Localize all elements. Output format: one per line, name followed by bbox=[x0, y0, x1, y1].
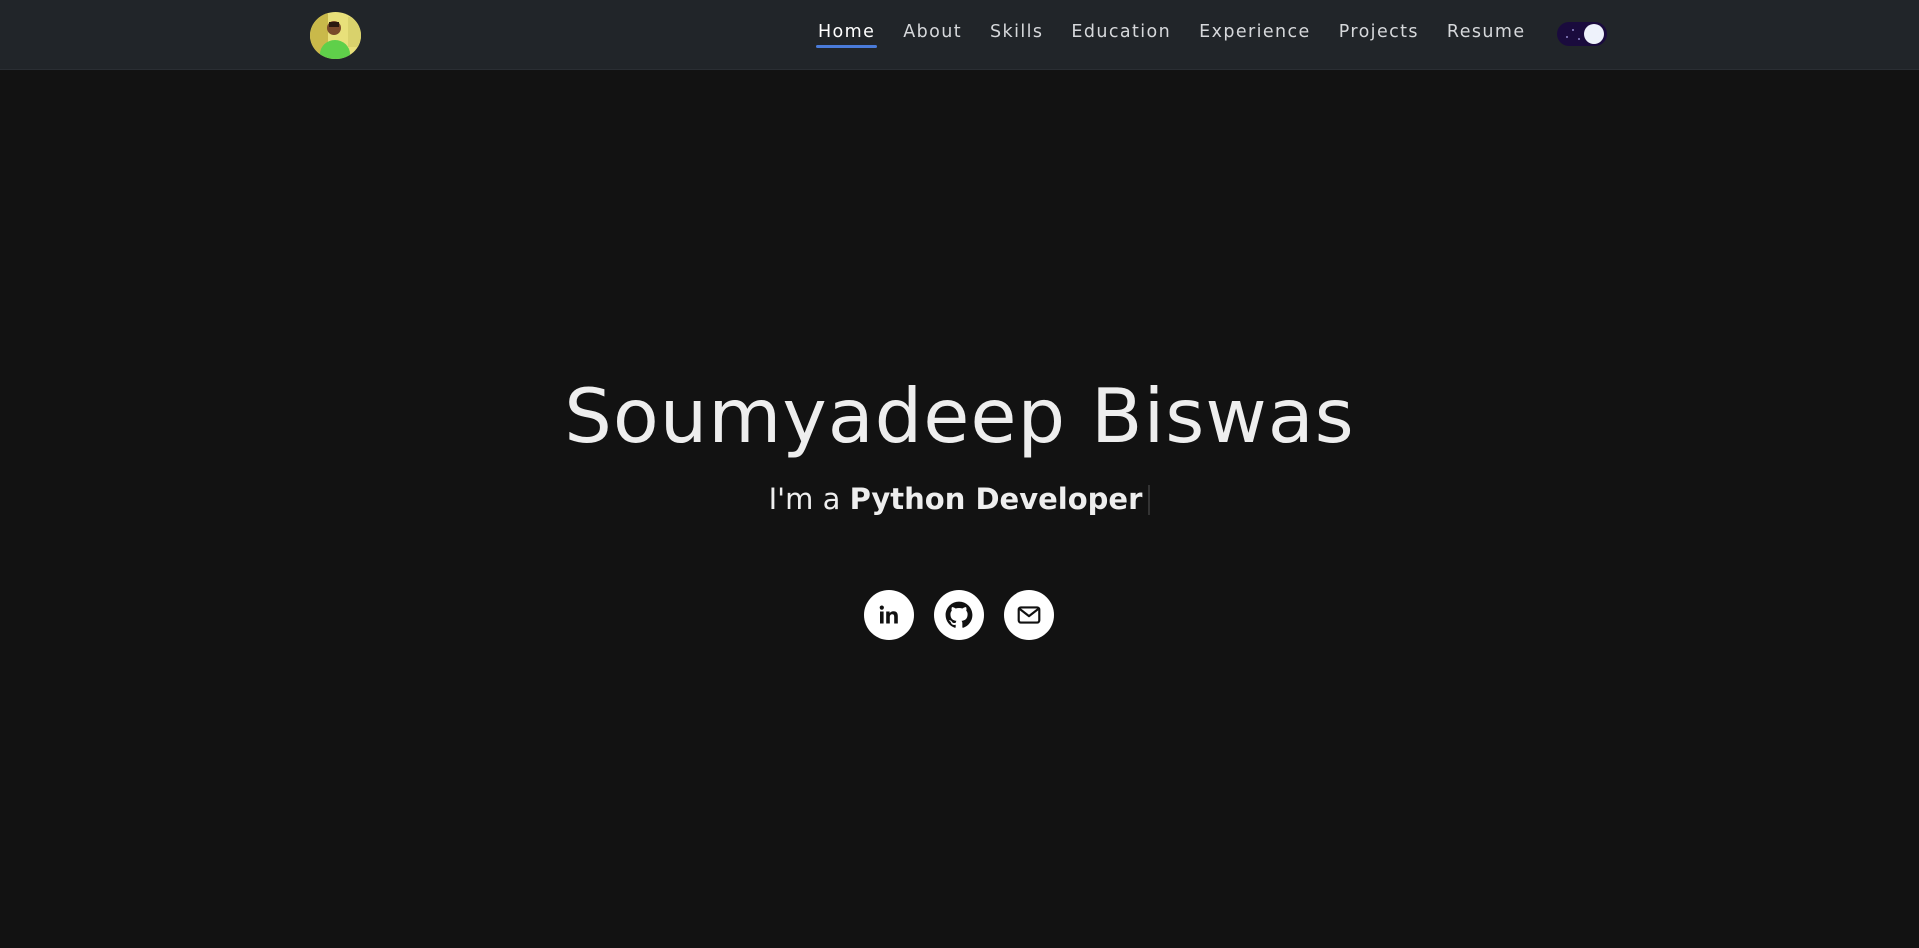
nav-links: Home About Skills Education Experience P… bbox=[804, 0, 1539, 64]
mail-icon bbox=[1017, 606, 1041, 624]
email-button[interactable] bbox=[1004, 590, 1054, 640]
avatar[interactable] bbox=[310, 12, 361, 59]
star-icon bbox=[1566, 36, 1568, 38]
typing-cursor bbox=[1148, 485, 1151, 515]
nav-skills[interactable]: Skills bbox=[984, 14, 1049, 50]
nav-experience[interactable]: Experience bbox=[1193, 14, 1317, 50]
hero-tagline: I'm a Python Developer bbox=[0, 482, 1919, 516]
social-links bbox=[864, 590, 1054, 640]
github-button[interactable] bbox=[934, 590, 984, 640]
star-icon bbox=[1572, 29, 1574, 31]
hero-name: Soumyadeep Biswas bbox=[564, 372, 1355, 460]
tagline-prefix: I'm a bbox=[768, 482, 850, 516]
star-icon bbox=[1578, 38, 1580, 40]
nav-education[interactable]: Education bbox=[1065, 14, 1177, 50]
github-icon bbox=[945, 601, 973, 628]
nav-home[interactable]: Home bbox=[812, 14, 881, 50]
toggle-knob-icon bbox=[1584, 24, 1604, 44]
profile-photo-icon bbox=[310, 12, 361, 59]
hero-section: Soumyadeep Biswas I'm a Python Developer bbox=[0, 70, 1919, 948]
linkedin-button[interactable] bbox=[864, 590, 914, 640]
navbar: Home About Skills Education Experience P… bbox=[0, 0, 1919, 70]
nav-projects[interactable]: Projects bbox=[1333, 14, 1425, 50]
theme-toggle[interactable] bbox=[1557, 22, 1607, 46]
nav-about[interactable]: About bbox=[897, 14, 968, 50]
nav-resume[interactable]: Resume bbox=[1441, 14, 1532, 50]
tagline-role: Python Developer bbox=[849, 482, 1143, 516]
linkedin-icon bbox=[879, 605, 898, 624]
